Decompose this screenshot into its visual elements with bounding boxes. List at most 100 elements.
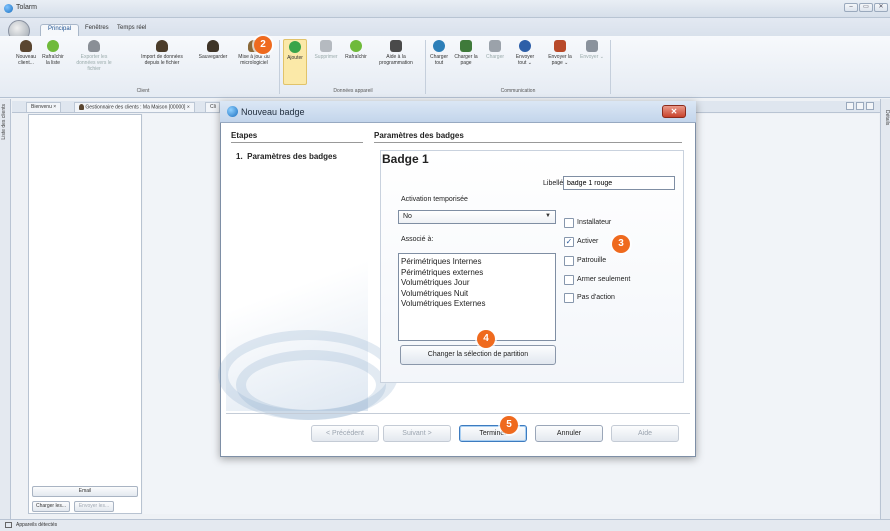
refresh-icon — [350, 40, 362, 52]
panel-restore-button[interactable] — [856, 102, 864, 110]
import-data-button[interactable]: Import de données depuis le fichier — [140, 40, 184, 66]
panel-close-button[interactable] — [866, 102, 874, 110]
dialog-close-button[interactable]: ✕ — [662, 105, 686, 118]
decorative-swoosh — [236, 350, 386, 420]
cancel-button[interactable]: Annuler — [535, 425, 603, 442]
patrouille-label: Patrouille — [577, 257, 607, 264]
new-client-button[interactable]: Nouveau client... — [14, 40, 38, 66]
patrouille-checkbox[interactable] — [564, 256, 574, 266]
params-header: Paramètres des badges — [374, 131, 464, 140]
previous-button[interactable]: < Précédent — [311, 425, 379, 442]
send-page-icon — [554, 40, 566, 52]
doc-tab-client-manager[interactable]: Gestionnaire des clients : Ma Maison [00… — [74, 102, 195, 112]
list-item[interactable]: Volumétriques Externes — [401, 299, 553, 310]
add-button[interactable]: Ajouter — [283, 39, 307, 85]
activation-label: Activation temporisée — [401, 196, 468, 203]
installateur-label: Installateur — [577, 219, 612, 226]
help-button[interactable]: Aide — [611, 425, 679, 442]
delete-button[interactable]: Supprimer — [312, 40, 340, 60]
dialog-footer-separator — [226, 413, 690, 414]
client-list-strip-label: Liste des clients — [1, 104, 7, 140]
send-button[interactable]: Envoyer ⌄ — [580, 40, 604, 60]
group-label-communication: Communication — [500, 88, 536, 94]
activation-select[interactable]: No — [398, 210, 556, 224]
minimize-button[interactable]: – — [844, 3, 858, 12]
export-icon — [88, 40, 100, 52]
delete-icon — [320, 40, 332, 52]
params-header-rule — [374, 142, 682, 143]
send-all-icon — [519, 40, 531, 52]
status-text: Appareils détectés — [16, 522, 58, 528]
libelle-input[interactable] — [563, 176, 675, 190]
email-button[interactable]: Email — [32, 486, 138, 497]
libelle-label: Libellé — [543, 180, 564, 187]
next-button[interactable]: Suivant > — [383, 425, 451, 442]
send-clients-button[interactable]: Envoyer les... — [74, 501, 114, 512]
doc-tab-cli[interactable]: Cli — [205, 102, 220, 112]
refresh-list-button[interactable]: Rafraîchir la liste — [40, 40, 66, 66]
armer-seulement-checkbox[interactable] — [564, 275, 574, 285]
load-clients-button[interactable]: Charger les... — [32, 501, 70, 512]
devices-icon — [5, 522, 12, 528]
pas-daction-checkbox[interactable] — [564, 293, 574, 303]
installateur-checkbox[interactable] — [564, 218, 574, 228]
app-title: Tolarm — [16, 4, 38, 11]
panel-minimize-button[interactable] — [846, 102, 854, 110]
status-bar — [0, 519, 890, 531]
close-window-button[interactable]: ✕ — [874, 3, 888, 12]
tab-temps-reel[interactable]: Temps réel — [110, 24, 153, 36]
load-icon — [489, 40, 501, 52]
load-all-icon — [433, 40, 445, 52]
load-all-button[interactable]: Charger tout — [428, 40, 450, 66]
activer-label: Activer — [577, 238, 599, 245]
callout-5: 5 — [500, 416, 518, 434]
details-strip[interactable] — [880, 99, 890, 519]
steps-header: Etapes — [231, 131, 258, 140]
import-icon — [156, 40, 168, 52]
save-button[interactable]: Sauvegarder — [196, 40, 230, 60]
load-button[interactable]: Charger — [484, 40, 506, 60]
pas-daction-label: Pas d'action — [577, 294, 615, 301]
callout-2: 2 — [254, 36, 272, 54]
close-tab-icon[interactable]: × — [187, 104, 190, 110]
new-client-icon — [20, 40, 32, 52]
refresh-device-button[interactable]: Rafraîchir — [342, 40, 370, 60]
steps-header-rule — [231, 142, 363, 143]
list-item[interactable]: Périmétriques externes — [401, 268, 553, 279]
partition-list[interactable]: Périmétriques Internes Périmétriques ext… — [398, 253, 556, 341]
badge-title: Badge 1 — [382, 152, 429, 166]
list-item[interactable]: Périmétriques Internes — [401, 257, 553, 268]
programming-help-button[interactable]: Aide à la programmation — [376, 40, 416, 66]
callout-4: 4 — [477, 330, 495, 348]
group-label-donnees-appareil: Données appareil — [333, 88, 373, 94]
ribbon-separator — [425, 40, 426, 94]
dialog-app-icon — [227, 106, 238, 117]
change-partition-button[interactable]: Changer la sélection de partition — [400, 345, 556, 365]
load-page-button[interactable]: Charger la page — [454, 40, 478, 66]
client-list-panel[interactable] — [28, 114, 142, 514]
client-list-strip[interactable] — [0, 99, 11, 519]
send-icon — [586, 40, 598, 52]
ribbon-separator — [279, 40, 280, 94]
list-item[interactable]: Volumétriques Jour — [401, 278, 553, 289]
associe-label: Associé à: — [401, 236, 434, 243]
title-bar — [0, 0, 890, 18]
details-strip-label: Détails — [884, 110, 890, 126]
help-programming-icon — [390, 40, 402, 52]
send-page-button[interactable]: Envoyer la page ⌄ — [546, 40, 574, 66]
list-item[interactable]: Volumétriques Nuit — [401, 289, 553, 300]
ribbon-separator — [610, 40, 611, 94]
dropdown-arrow-icon[interactable]: ▼ — [545, 213, 551, 219]
save-icon — [207, 40, 219, 52]
maximize-button[interactable]: ▭ — [859, 3, 873, 12]
callout-3: 3 — [612, 235, 630, 253]
activer-checkbox[interactable]: ✓ — [564, 237, 574, 247]
export-data-button[interactable]: Exporter les données vers le fichier — [72, 40, 116, 72]
doc-tab-bienvenu[interactable]: Bienvenu × — [26, 102, 62, 112]
refresh-icon — [47, 40, 59, 52]
close-tab-icon[interactable]: × — [53, 104, 56, 110]
tab-principal[interactable]: Principal — [40, 24, 80, 36]
send-all-button[interactable]: Envoyer tout ⌄ — [512, 40, 538, 66]
add-icon — [289, 41, 301, 53]
dialog-title: Nouveau badge — [241, 107, 305, 117]
